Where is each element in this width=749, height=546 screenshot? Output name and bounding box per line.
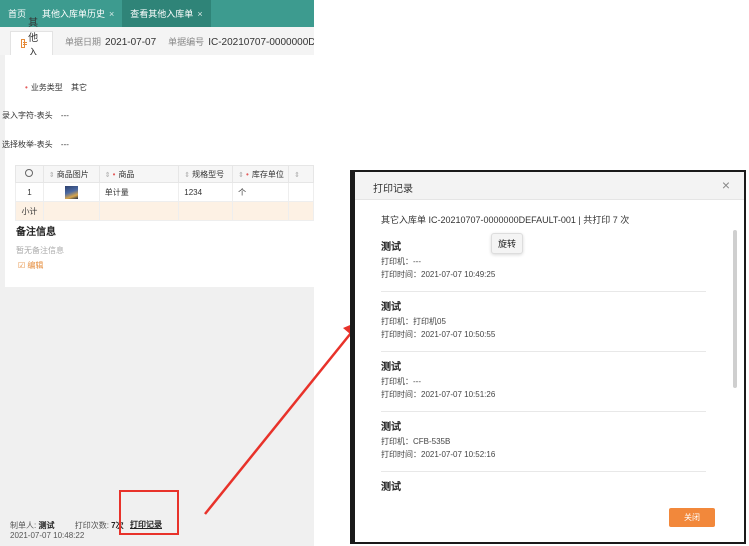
creator-label: 制单人: [10,521,37,530]
field-label: 录入字符-表头 [2,111,53,120]
product-image-cell [42,182,100,202]
edit-notes-link[interactable]: ☑ 编辑 [18,260,43,271]
column-header[interactable]: ⇕ • 库存单位 [232,165,290,183]
print-count-label: 打印次数: [74,521,109,530]
close-icon[interactable]: × [197,9,202,19]
column-header[interactable]: ⇕ • 商品 [98,165,180,183]
record-time: 打印时间：2021-07-07 10:50:55 [381,330,496,339]
table-cell [288,201,314,221]
column-header[interactable]: ⇕ [288,165,314,183]
record-user: 测试 [381,242,401,253]
date-value: 2021-07-07 [105,37,157,48]
tab-view-other-inbound[interactable]: 查看其他入库单 × [122,0,211,27]
created-time: 2021-07-07 10:48:22 [10,531,85,540]
gear-icon[interactable] [25,169,34,177]
table-header-row: ⇕ 商品图片 ⇕ • 商品 ⇕ 规格型号 ⇕ • 库存单位 ⇕ [15,165,314,183]
field-value: --- [60,111,69,120]
subtotal-row: 小计 [15,201,314,221]
row-index: 1 [15,182,44,202]
record-printer: 打印机：CFB-535B [381,437,451,446]
record-user: 测试 [381,422,401,433]
tab-other-inbound-history[interactable]: 其他入库单历史 × [34,0,122,27]
field-value: --- [60,140,69,149]
record-printer: 打印机：--- [381,377,421,386]
tab-other-inbound[interactable]: 其他入库 [10,18,53,74]
document-icon [21,39,28,48]
record-printer: 打印机：打印机05 [381,317,446,326]
top-tab-bar: 首页 其他入库单历史 × 查看其他入库单 × [0,0,314,27]
required-mark: • [112,169,116,179]
date-label: 单据日期 [65,37,102,47]
sort-icon: ⇕ [294,171,300,179]
edit-icon: ☑ [18,261,26,270]
required-mark: • [246,169,249,179]
print-record-list[interactable]: 测试 打印机：--- 打印时间：2021-07-07 10:49:25 测试 打… [381,232,706,494]
scrollbar[interactable] [733,230,737,388]
tab-label: 首页 [8,9,27,19]
field-label: 业务类型 [30,83,63,92]
list-item: 测试 打印机：打印机05 打印时间：2021-07-07 10:50:55 [381,292,706,352]
edit-label: 编辑 [27,261,44,270]
product-thumbnail[interactable] [64,185,78,199]
tab-label: 查看其他入库单 [130,9,194,19]
sort-icon: ⇕ [48,171,55,179]
record-printer: 打印机：--- [381,257,421,266]
record-time: 打印时间：2021-07-07 10:51:26 [381,390,496,399]
column-header[interactable]: ⇕ 商品图片 [42,165,100,183]
rotate-tooltip: 旋转 [491,233,524,254]
business-type-field: • 业务类型 其它 [25,82,87,93]
print-record-dialog: 打印记录 × 其它入库单 IC-20210707-0000000DEFAULT-… [355,172,744,542]
record-time: 打印时间：2021-07-07 10:52:16 [381,450,496,459]
footer-meta: 制单人: 测试 打印次数: 7次 [10,520,124,531]
list-item: 测试 打印机：--- 打印时间：2021-07-07 10:51:26 [381,352,706,412]
list-item: 测试 [381,472,706,494]
spec-cell: 1234 [178,182,234,202]
sort-icon: ⇕ [104,171,111,179]
table-cell [98,201,180,221]
print-summary: 其它入库单 IC-20210707-0000000DEFAULT-001 | 共… [381,215,630,225]
field-label: 选择枚举-表头 [2,140,53,149]
app-window: 首页 其他入库单历史 × 查看其他入库单 × 其他入库 单据日期2021-07-… [0,0,314,546]
required-mark: • [25,83,28,92]
select-enum-field: 选择枚举-表头 --- [2,139,69,150]
close-icon[interactable]: × [109,9,114,19]
highlight-box [119,490,179,535]
close-button[interactable]: 关闭 [669,508,715,527]
list-item: 测试 打印机：--- 打印时间：2021-07-07 10:49:25 [381,232,706,292]
table-cell [178,201,234,221]
product-cell: 单计量 [98,182,180,202]
document-date: 单据日期 2021-07-07 [65,35,156,48]
record-user: 测试 [381,362,401,373]
number-value: IC-20210707-0000000DEFAU [208,37,314,48]
document-body: • 业务类型 其它 录入字符-表头 --- 选择枚举-表头 --- ⇕ 商品图片 ⇕… [2,55,314,287]
document-header: 其他入库 单据日期2021-07-07 单据编号IC-20210707-0000… [0,18,314,74]
table-cell [232,201,290,221]
document-number: 单据编号IC-20210707-0000000DEFAU [168,35,314,48]
notes-empty-hint: 暂无备注信息 [16,246,64,255]
entry-char-field: 录入字符-表头 --- [2,110,69,121]
notes-title: 备注信息 [16,227,56,238]
column-settings[interactable] [15,165,44,183]
subtotal-label: 小计 [15,201,44,221]
table-cell [288,182,314,202]
record-time: 打印时间：2021-07-07 10:49:25 [381,270,496,279]
dialog-title: 打印记录 [373,184,413,195]
product-table: ⇕ 商品图片 ⇕ • 商品 ⇕ 规格型号 ⇕ • 库存单位 ⇕ 1 单计量 1234 个 小… [15,165,314,221]
list-item: 测试 打印机：CFB-535B 打印时间：2021-07-07 10:52:16 [381,412,706,472]
sort-icon: ⇕ [238,171,245,179]
column-header[interactable]: ⇕ 规格型号 [178,165,234,183]
record-user: 测试 [381,302,401,313]
record-user: 测试 [381,482,401,493]
close-icon[interactable]: × [722,178,730,192]
sort-icon: ⇕ [184,171,191,179]
table-cell [42,201,100,221]
number-label: 单据编号 [168,37,205,47]
table-row[interactable]: 1 单计量 1234 个 [15,182,314,202]
field-value: 其它 [71,83,88,92]
dialog-header: 打印记录 × [355,172,744,200]
tab-label: 其他入库单历史 [42,9,106,19]
unit-cell: 个 [232,182,290,202]
creator-value: 测试 [38,521,55,530]
